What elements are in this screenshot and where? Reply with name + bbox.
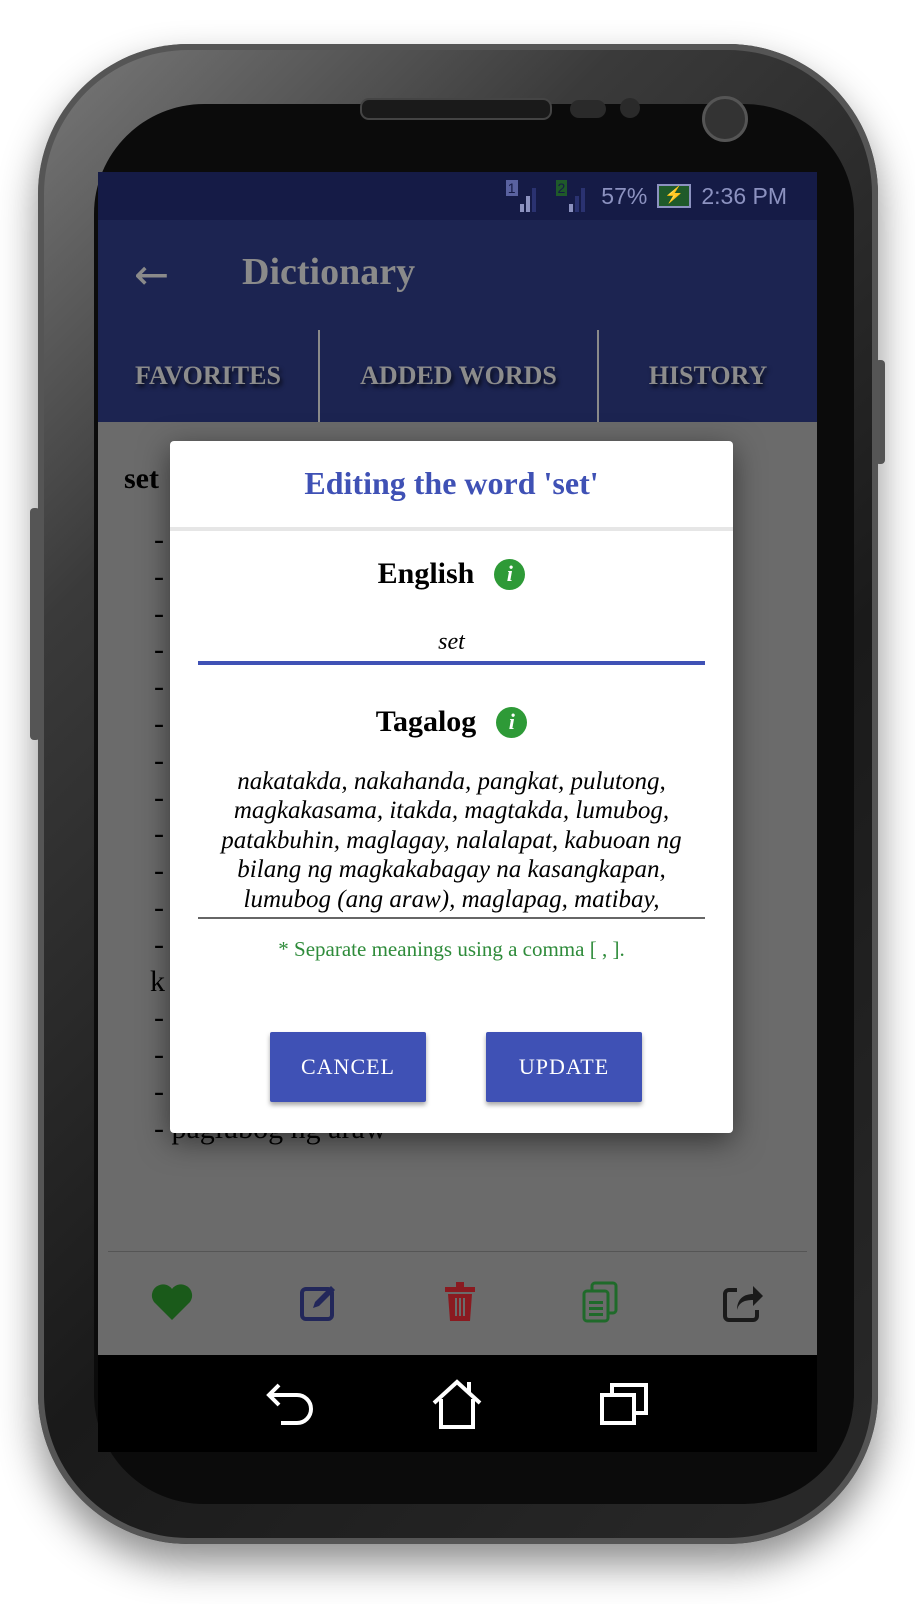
english-info-icon[interactable]: i	[494, 558, 526, 590]
status-bar: 1 2 57% ⚡ 2:36 PM	[98, 172, 817, 220]
app-bar: ← Dictionary	[98, 220, 817, 330]
update-button[interactable]: UPDATE	[486, 1032, 642, 1102]
sim2-label: 2	[555, 180, 568, 196]
battery-charging-icon: ⚡	[657, 184, 692, 208]
cancel-button[interactable]: CANCEL	[270, 1032, 426, 1102]
sim1-label: 1	[505, 180, 518, 196]
tagalog-label-row: Tagalog i	[170, 705, 733, 739]
edit-word-dialog: Editing the word 'set' English i set Tag…	[170, 441, 733, 1133]
sensor	[570, 100, 606, 118]
dialog-divider	[170, 527, 733, 531]
copy-icon[interactable]	[582, 1281, 618, 1323]
dialog-title: Editing the word 'set'	[304, 465, 599, 501]
back-arrow-icon[interactable]: ←	[134, 250, 169, 299]
tab-favorites[interactable]: FAVORITES	[98, 330, 318, 422]
tagalog-label: Tagalog	[375, 705, 477, 738]
tab-bar: FAVORITES ADDED WORDS HISTORY	[98, 330, 817, 422]
front-camera	[702, 96, 748, 142]
signal-sim2-icon: 2	[555, 180, 586, 212]
nav-recents-icon[interactable]	[598, 1381, 650, 1427]
tagalog-input[interactable]: nakatakda, nakahanda, pangkat, pulutong,…	[198, 767, 705, 919]
english-label: English	[377, 557, 475, 590]
tab-history[interactable]: HISTORY	[599, 330, 817, 422]
action-bar	[98, 1252, 817, 1352]
trash-icon[interactable]	[443, 1281, 477, 1323]
clock: 2:36 PM	[701, 182, 787, 209]
nav-home-icon[interactable]	[431, 1378, 483, 1429]
share-icon[interactable]	[722, 1282, 765, 1322]
system-nav-bar	[98, 1355, 817, 1452]
english-input[interactable]: set	[198, 623, 705, 665]
nav-back-icon[interactable]	[265, 1381, 317, 1427]
power-button	[875, 360, 885, 464]
screen: 1 2 57% ⚡ 2:36 PM ← Dictionary FAVORITES…	[98, 172, 817, 1452]
signal-sim1-icon: 1	[505, 180, 536, 212]
page-title: Dictionary	[242, 251, 416, 293]
speaker	[360, 98, 552, 120]
english-label-row: English i	[170, 557, 733, 591]
tagalog-info-icon[interactable]: i	[496, 706, 528, 738]
heart-icon[interactable]	[150, 1282, 194, 1322]
tab-added-words[interactable]: ADDED WORDS	[320, 330, 597, 422]
volume-button	[30, 508, 40, 740]
edit-icon[interactable]	[299, 1282, 339, 1322]
battery-percent: 57%	[601, 182, 648, 209]
hint-text: * Separate meanings using a comma [ , ].	[278, 937, 625, 961]
sensor	[620, 98, 640, 118]
word-heading: set	[124, 462, 159, 495]
